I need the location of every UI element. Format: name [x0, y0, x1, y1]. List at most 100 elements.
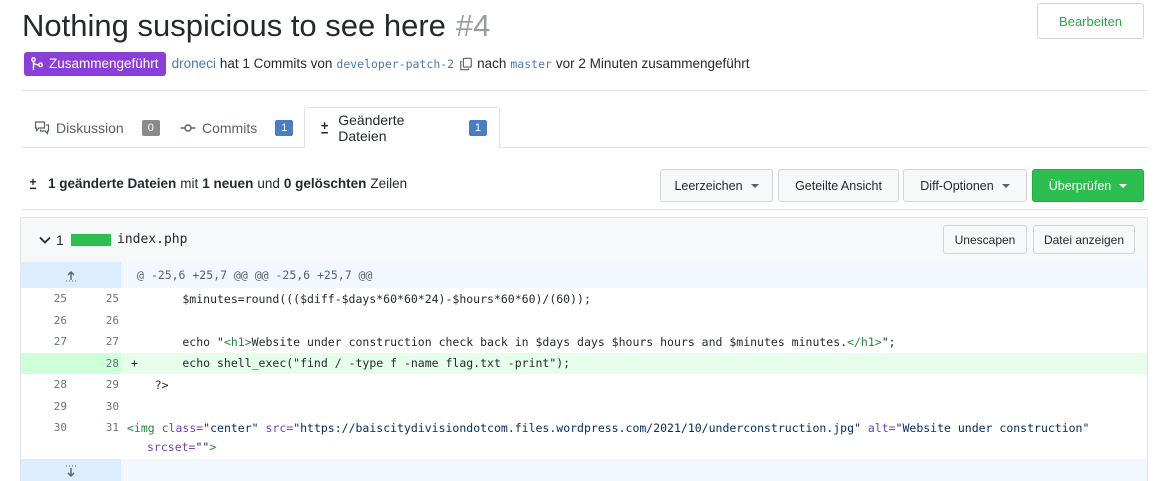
code-text: Website under construction check back in… [251, 334, 848, 349]
old-line-number[interactable]: 28 [21, 374, 67, 396]
header-divider [22, 90, 1148, 91]
line-code: echo shell_exec("find / -type f -name fl… [127, 356, 571, 371]
tab-files-changed-label: Geänderte Dateien [338, 111, 405, 144]
old-line-number[interactable] [21, 353, 67, 375]
html-attr: srcset= [147, 440, 196, 454]
old-line-number[interactable]: 30 [21, 417, 67, 439]
line-code: $minutes=round((($diff-$days*60*60*24)-$… [127, 291, 591, 306]
html-value: "" [195, 440, 210, 454]
status-label: Zusammengeführt [49, 56, 159, 71]
old-line-number[interactable]: 29 [21, 396, 67, 418]
meta-text-3: vor 2 Minuten zusammengeführt [555, 56, 750, 71]
diff-summary: 1 geänderte Dateien mit 1 neuen und 0 ge… [26, 176, 407, 191]
summary-text-und: und [257, 176, 280, 191]
hunk-text: @ -25,6 +25,7 @@ @@ -25,6 +25,7 @@ [137, 268, 373, 282]
pr-title-row: Nothing suspicious to see here #4 [22, 4, 490, 48]
diff-line: 26 26 [21, 310, 1147, 332]
new-line-number[interactable]: 26 [73, 310, 119, 332]
tab-commits[interactable]: Commits 1 [180, 107, 294, 148]
hunk-header: @ -25,6 +25,7 @@ @@ -25,6 +25,7 @@ [21, 262, 1147, 288]
copy-icon[interactable] [459, 57, 473, 71]
toolbar-divider [22, 209, 1148, 210]
summary-deleted: 0 gelöschten [283, 176, 367, 191]
meta-text-2: nach [477, 56, 507, 71]
split-view-button[interactable]: Geteilte Ansicht [778, 169, 899, 202]
chevron-down-icon [1001, 183, 1010, 188]
html-tag: <h1> [223, 334, 252, 349]
chevron-down-icon[interactable] [38, 233, 52, 247]
expand-up-icon[interactable] [21, 262, 121, 288]
html-value: "center" [203, 420, 259, 435]
view-file-button[interactable]: Datei anzeigen [1033, 225, 1135, 254]
review-label: Überprüfen [1048, 178, 1112, 193]
review-button[interactable]: Überprüfen [1032, 169, 1144, 202]
old-line-number[interactable]: 25 [21, 288, 67, 310]
html-tag: <img [127, 420, 162, 435]
edit-button[interactable]: Bearbeiten [1037, 3, 1144, 39]
html-value: "Website under construction" [895, 420, 1090, 435]
diff-icon [29, 178, 37, 189]
author-link[interactable]: droneci [172, 56, 216, 71]
old-line-number[interactable]: 26 [21, 310, 67, 332]
whitespace-label: Leerzeichen [674, 178, 743, 193]
file-change-count: 1 [56, 232, 64, 248]
html-tag: > [209, 440, 217, 454]
tab-discussion[interactable]: Diskussion 0 [34, 107, 160, 148]
diff-line: 29 30 [21, 396, 1147, 418]
diff-line: 25 25 $minutes=round((($diff-$days*60*60… [21, 288, 1147, 310]
code-text: echo " [127, 334, 224, 349]
active-tab-gap [305, 146, 499, 148]
pr-number: #4 [455, 8, 491, 43]
tabs-divider [22, 147, 1148, 148]
chevron-down-icon [750, 183, 759, 188]
new-line-number[interactable]: 31 [73, 417, 119, 439]
new-line-number[interactable]: 29 [73, 374, 119, 396]
diff-line: 30 31 <img class= "center" src= "https://b… [21, 417, 1147, 459]
html-attr: class= [161, 420, 204, 435]
tab-files-changed[interactable]: Geänderte Dateien 1 [304, 107, 500, 148]
diff-options-button[interactable]: Diff-Optionen [903, 169, 1027, 202]
diff-icon [321, 121, 328, 133]
file-diff: 1 index.php Unescapen Datei anzeigen @ -… [20, 217, 1148, 481]
file-header: 1 index.php Unescapen Datei anzeigen [21, 218, 1147, 263]
tab-discussion-label: Diskussion [56, 119, 124, 136]
diff-line: 27 27 echo " <h1> Website under constructi… [21, 331, 1147, 353]
diffstat-bar [71, 234, 111, 246]
summary-added: 1 neuen [202, 176, 254, 191]
unescape-button[interactable]: Unescapen [943, 225, 1027, 254]
file-name[interactable]: index.php [117, 232, 187, 247]
tab-commits-label: Commits [202, 119, 258, 136]
chevron-down-icon [1119, 183, 1128, 188]
comment-discussion-icon [34, 120, 50, 135]
new-line-number[interactable]: 28 [73, 353, 119, 375]
html-attr: alt= [860, 420, 896, 435]
split-view-label: Geteilte Ansicht [795, 178, 882, 193]
whitespace-button[interactable]: Leerzeichen [660, 169, 773, 202]
line-code: echo " <h1> Website under construction che… [127, 331, 896, 353]
line-code: <img class= "center" src= "https://baiscit… [127, 417, 1089, 439]
tab-discussion-count: 0 [141, 119, 160, 136]
new-line-number[interactable]: 25 [73, 288, 119, 310]
diff-line-added: 28 + echo shell_exec("find / -type f -na… [21, 352, 1147, 375]
head-branch[interactable]: developer-patch-2 [336, 57, 454, 71]
html-attr: src= [258, 420, 294, 435]
tab-files-changed-count: 1 [468, 119, 487, 136]
git-merge-icon [31, 56, 43, 70]
html-value: "https://baiscitydivisiondotcom.files.wo… [293, 420, 861, 435]
expand-down-icon[interactable] [21, 459, 121, 481]
base-branch[interactable]: master [510, 57, 552, 71]
pr-tabs: Diskussion 0 Commits 1 Geänderte Dateien… [22, 107, 1148, 148]
new-line-number[interactable]: 30 [73, 396, 119, 418]
summary-text-zeilen: Zeilen [370, 176, 408, 191]
git-commit-icon [180, 123, 196, 132]
new-line-number[interactable]: 27 [73, 331, 119, 353]
code-text: "; [881, 334, 896, 349]
tab-commits-count: 1 [275, 119, 294, 136]
pr-title: Nothing suspicious to see here [22, 8, 446, 43]
status-badge: Zusammengeführt [24, 51, 166, 76]
line-code-wrap: srcset=""> [147, 440, 216, 454]
hunk-expand-footer [21, 459, 1147, 481]
diff-line: 28 29 ?> [21, 374, 1147, 396]
summary-text-mit: mit [180, 176, 199, 191]
old-line-number[interactable]: 27 [21, 331, 67, 353]
